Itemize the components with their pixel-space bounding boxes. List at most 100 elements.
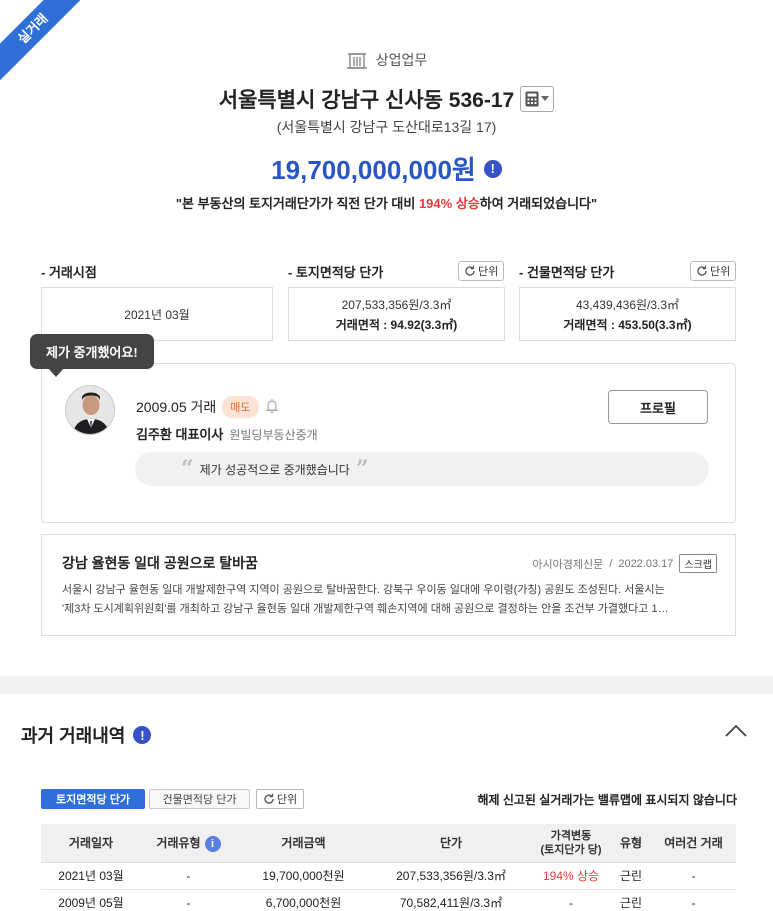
tab-land-price[interactable]: 토지면적당 단가 bbox=[41, 789, 145, 809]
scrap-button[interactable]: 스크랩 bbox=[679, 554, 717, 573]
cell-date: 2009년 05월 bbox=[41, 889, 141, 911]
calculator-icon bbox=[525, 91, 539, 107]
cell-multi: - bbox=[651, 862, 736, 890]
deal-time-label: - 거래시점 bbox=[41, 265, 97, 280]
col-header: 여러건 거래 bbox=[651, 824, 736, 863]
land-unit-button[interactable]: 단위 bbox=[458, 261, 505, 281]
profile-button[interactable]: 프로필 bbox=[608, 390, 708, 424]
col-header: 거래일자 bbox=[41, 824, 141, 863]
building-area-value: 거래면적 : 453.50(3.3㎡) bbox=[563, 317, 692, 332]
past-deals-title: 과거 거래내역 bbox=[21, 726, 126, 746]
road-address: (서울특별시 강남구 도산대로13길 17) bbox=[276, 119, 497, 135]
info-icon[interactable]: ! bbox=[133, 726, 152, 744]
category-label: 상업업무 bbox=[375, 52, 428, 68]
deal-price: 19,700,000,000원 bbox=[271, 155, 476, 185]
sell-badge: 매도 bbox=[222, 396, 259, 418]
building-price-value: 43,439,436원/3.3㎡ bbox=[575, 297, 680, 312]
land-price-value: 207,533,356원/3.3㎡ bbox=[341, 297, 452, 312]
table-header-row: 거래일자 거래유형 i 거래금액 단가 가격변동 (토지단가 당) 유형 여러건 … bbox=[41, 824, 736, 863]
broker-quote-text: 제가 성공적으로 중개했습니다 bbox=[199, 462, 350, 477]
notice-text-end: 하여 거래되었습니다" bbox=[479, 196, 598, 211]
news-summary: 서울시 강남구 율현동 일대 개발제한구역 지역이 공원으로 탈바꿈한다. 강북… bbox=[62, 581, 717, 619]
refresh-icon bbox=[264, 793, 274, 804]
avatar bbox=[65, 385, 115, 435]
cell-unit-price: 207,533,356원/3.3㎡ bbox=[371, 862, 531, 890]
cell-amount: 19,700,000천원 bbox=[236, 862, 371, 890]
info-icon[interactable]: i bbox=[204, 835, 221, 852]
broker-name-row: 김주환 대표이사 원빌딩부동산중개 bbox=[136, 424, 318, 443]
info-icon[interactable]: ! bbox=[483, 159, 502, 178]
chevron-up-icon bbox=[725, 724, 747, 737]
cell-amount: 6,700,000천원 bbox=[236, 889, 371, 911]
price-row: 19,700,000,000원 ! bbox=[0, 150, 773, 187]
news-source: 아시아경제신문 bbox=[532, 558, 604, 571]
col-header-sub: (토지단가 당) bbox=[540, 843, 602, 856]
col-header: 유형 bbox=[611, 824, 651, 863]
news-line: '제3차 도시계획위원회'를 개최하고 강남구 율현동 일대 개발제한구역 훼손… bbox=[62, 603, 669, 615]
category: 상업업무 bbox=[0, 50, 773, 70]
broker-quote: “ 제가 성공적으로 중개했습니다 ” bbox=[135, 452, 709, 486]
cell-kind: 근린 bbox=[611, 889, 651, 911]
land-price-box: 207,533,356원/3.3㎡ 거래면적 : 94.92(3.3㎡) bbox=[288, 287, 505, 341]
broker-deal-date: 2009.05 거래 bbox=[136, 399, 217, 415]
collapse-button[interactable] bbox=[725, 724, 747, 742]
address-row: 서울특별시 강남구 신사동 536-17 bbox=[0, 84, 773, 114]
past-unit-button[interactable]: 단위 bbox=[256, 789, 304, 809]
cell-date: 2021년 03월 bbox=[41, 862, 141, 890]
cell-change: 194% 상승 bbox=[531, 862, 611, 890]
news-date: 2022.03.17 bbox=[618, 557, 674, 570]
chevron-down-icon bbox=[541, 96, 550, 101]
refresh-icon bbox=[697, 265, 707, 276]
past-deals-table: 거래일자 거래유형 i 거래금액 단가 가격변동 (토지단가 당) 유형 여러건 … bbox=[41, 824, 736, 911]
col-header: 가격변동 bbox=[550, 829, 592, 842]
col-header-change: 가격변동 (토지단가 당) bbox=[531, 824, 611, 863]
land-price-label: - 토지면적당 단가 bbox=[288, 265, 384, 280]
col-header-type: 거래유형 i bbox=[141, 824, 236, 863]
news-card[interactable]: 강남 율현동 일대 공원으로 탈바꿈 아시아경제신문 / 2022.03.17 … bbox=[41, 534, 736, 636]
cell-type: - bbox=[141, 862, 236, 890]
disclaimer: 해제 신고된 실거래가는 밸류맵에 표시되지 않습니다 bbox=[477, 793, 737, 807]
refresh-icon bbox=[465, 265, 475, 276]
news-line: 서울시 강남구 율현동 일대 개발제한구역 지역이 공원으로 탈바꿈한다. 강북… bbox=[62, 584, 665, 596]
col-header: 거래금액 bbox=[236, 824, 371, 863]
broker-deal-row: 2009.05 거래 매도 bbox=[136, 396, 279, 418]
cell-change: - bbox=[531, 889, 611, 911]
deal-card: 실거래 상업업무 서울특별시 강남구 신사동 536-17 (서울특별시 강남구… bbox=[0, 0, 773, 676]
cell-multi: - bbox=[651, 889, 736, 911]
news-meta: 아시아경제신문 / 2022.03.17 스크랩 bbox=[532, 554, 717, 573]
deal-time-box: 2021년 03월 bbox=[41, 287, 273, 341]
news-separator: / bbox=[609, 557, 613, 570]
past-deals-section: 과거 거래내역 ! 토지면적당 단가 건물면적당 단가 단위 해제 신고된 실거… bbox=[0, 694, 773, 911]
building-unit-button[interactable]: 단위 bbox=[690, 261, 737, 281]
col-header: 단가 bbox=[371, 824, 531, 863]
building-price-box: 43,439,436원/3.3㎡ 거래면적 : 453.50(3.3㎡) bbox=[519, 287, 736, 341]
alert-bell-icon[interactable] bbox=[265, 398, 279, 417]
broker-card: 2009.05 거래 매도 김주환 대표이사 원빌딩부동산중개 프로필 “ 제가 … bbox=[41, 363, 736, 523]
broker-office: 원빌딩부동산중개 bbox=[229, 428, 318, 442]
broker-bubble: 제가 중개했어요! bbox=[30, 334, 154, 377]
land-area-value: 거래면적 : 94.92(3.3㎡) bbox=[335, 317, 458, 332]
notice-text: "본 부동산의 토지거래단가가 직전 단가 대비 bbox=[175, 196, 419, 211]
deal-time-value: 2021년 03월 bbox=[124, 307, 190, 322]
notice-highlight: 194% 상승 bbox=[418, 196, 480, 211]
cell-type: - bbox=[141, 889, 236, 911]
price-change-notice: "본 부동산의 토지거래단가가 직전 단가 대비 194% 상승하여 거래되었습… bbox=[0, 193, 773, 212]
past-deals-header: 과거 거래내역 ! bbox=[21, 722, 152, 748]
address-title: 서울특별시 강남구 신사동 536-17 bbox=[218, 89, 515, 112]
close-quote-icon: ” bbox=[355, 456, 369, 482]
news-title[interactable]: 강남 율현동 일대 공원으로 탈바꿈 bbox=[62, 553, 258, 573]
col-header: 거래유형 bbox=[156, 835, 201, 850]
broker-name: 김주환 대표이사 bbox=[136, 427, 224, 442]
cell-unit-price: 70,582,411원/3.3㎡ bbox=[371, 889, 531, 911]
open-quote-icon: “ bbox=[181, 456, 194, 482]
calculator-button[interactable] bbox=[520, 86, 555, 112]
building-icon bbox=[346, 51, 368, 69]
table-row[interactable]: 2009년 05월 - 6,700,000천원 70,582,411원/3.3㎡… bbox=[41, 889, 736, 911]
cell-kind: 근린 bbox=[611, 862, 651, 890]
building-price-label: - 건물면적당 단가 bbox=[519, 265, 615, 280]
land-unit-label: 단위 bbox=[478, 266, 499, 278]
table-row[interactable]: 2021년 03월 - 19,700,000천원 207,533,356원/3.… bbox=[41, 862, 736, 890]
tab-building-price[interactable]: 건물면적당 단가 bbox=[149, 789, 250, 809]
past-unit-label: 단위 bbox=[276, 794, 298, 806]
building-unit-label: 단위 bbox=[710, 266, 731, 278]
